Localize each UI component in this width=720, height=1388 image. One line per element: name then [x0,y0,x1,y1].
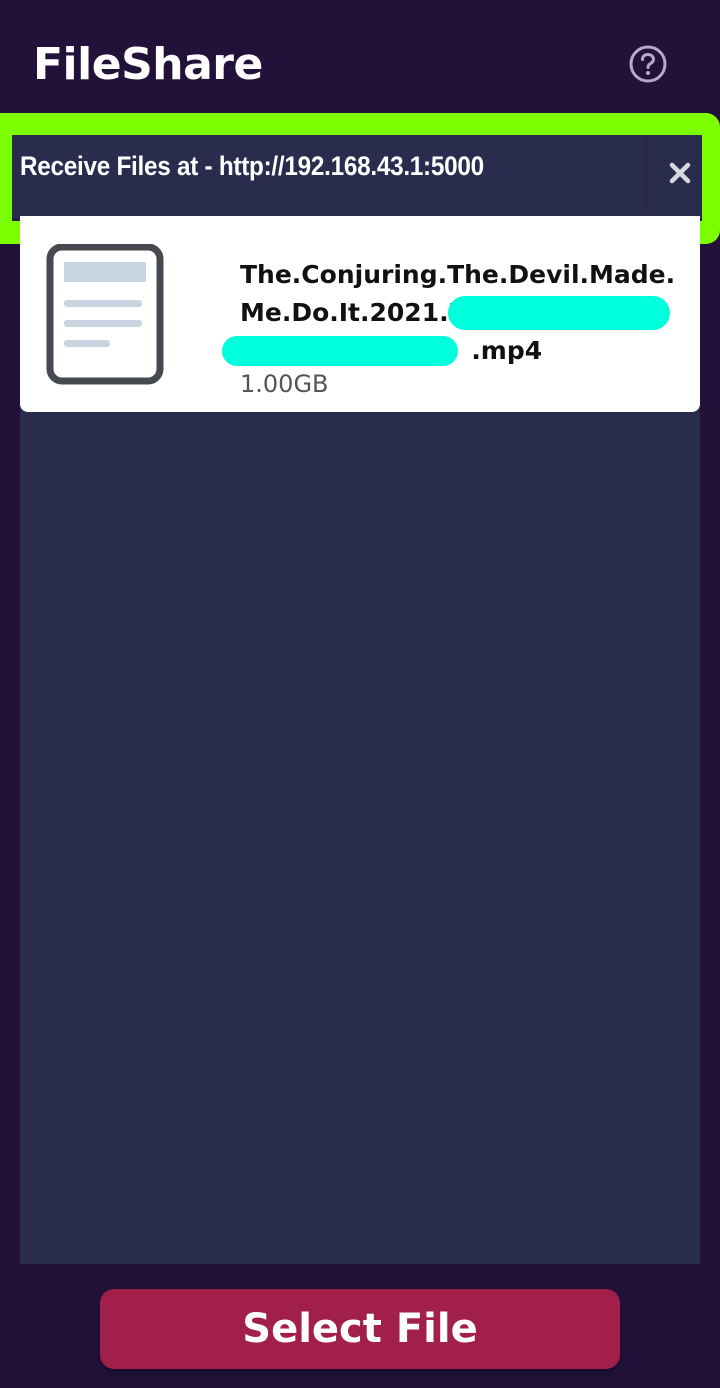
file-size: 1.00GB [240,370,329,398]
banner-divider [646,135,647,215]
document-icon [46,243,164,386]
file-name-end: .mp4 [471,336,543,365]
help-circle-icon[interactable] [628,44,668,84]
list-item[interactable]: The.Conjuring.The.Devil.Made.Me.Do.It.20… [20,216,700,412]
close-button[interactable] [658,143,702,203]
redaction-mark-2 [222,336,458,366]
receive-url-text[interactable]: Receive Files at - http://192.168.43.1:5… [20,151,484,182]
redaction-mark-1 [448,296,670,330]
receive-banner: Receive Files at - http://192.168.43.1:5… [12,135,702,221]
close-icon [669,162,691,184]
select-file-button[interactable]: Select File [100,1289,620,1369]
app-title: FileShare [33,39,263,90]
